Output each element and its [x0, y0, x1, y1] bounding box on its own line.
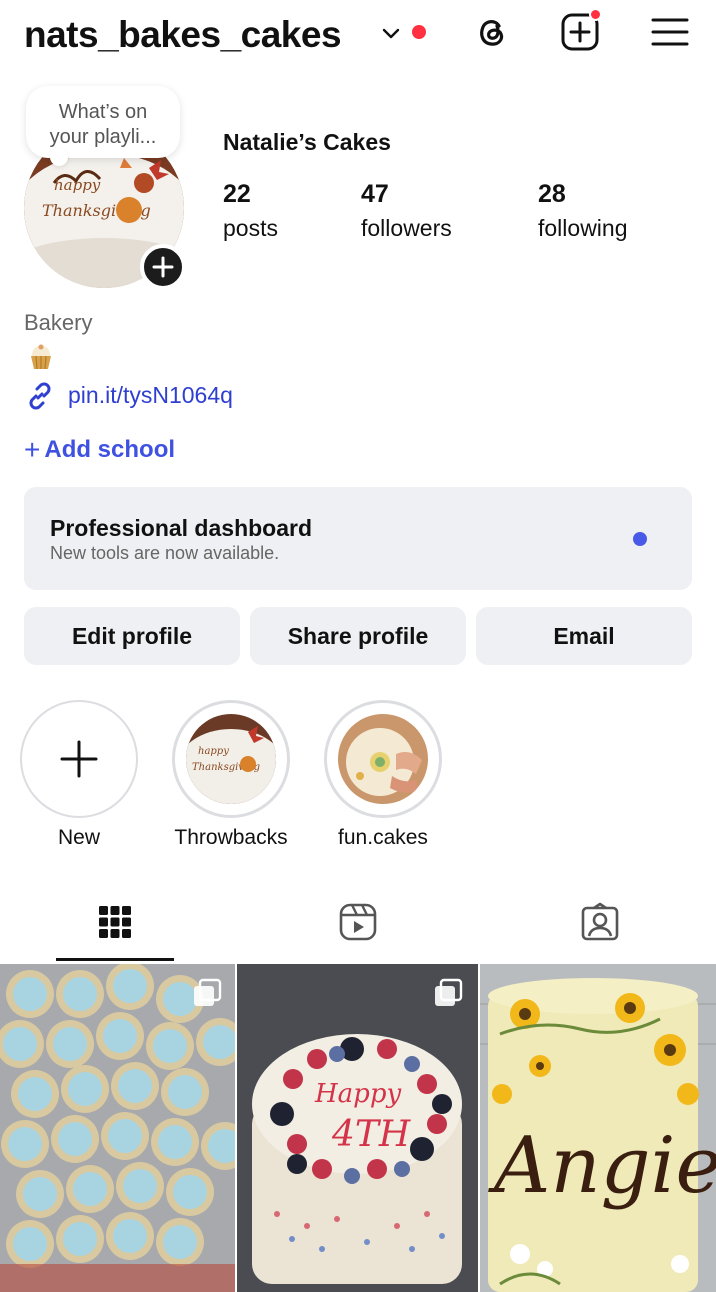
add-story-button[interactable]: [140, 244, 186, 290]
following-stat[interactable]: 28 following: [538, 180, 628, 242]
email-button[interactable]: Email: [476, 607, 692, 665]
posts-grid: Happy 4TH Angie: [0, 964, 716, 1292]
note-text-line1: What’s on: [58, 101, 148, 123]
tab-reels[interactable]: [299, 894, 417, 962]
grid-icon: [99, 906, 131, 938]
plus-icon: [60, 740, 98, 778]
highlight-fun-cakes[interactable]: fun.cakes: [324, 700, 442, 850]
following-count: 28: [538, 180, 566, 208]
highlight-label: Throwbacks: [174, 826, 288, 849]
followers-count: 47: [361, 180, 389, 208]
threads-icon[interactable]: [472, 12, 512, 52]
note-bubble[interactable]: What’s on your playli...: [26, 86, 180, 158]
highlight-label: New: [57, 826, 100, 849]
new-post-notification-dot: [589, 8, 602, 21]
grid-post[interactable]: [0, 964, 235, 1292]
highlight-throwbacks[interactable]: happy Thanksgiving Throwbacks: [172, 700, 290, 850]
cupcake-icon: [31, 344, 51, 370]
tagged-icon: [581, 902, 619, 941]
plus-icon: +: [24, 434, 41, 465]
svg-text:Happy: Happy: [314, 1079, 401, 1109]
highlight-ring: [324, 700, 442, 818]
share-profile-button[interactable]: Share profile: [250, 607, 466, 665]
highlight-ring: happy Thanksgiving: [172, 700, 290, 818]
tab-tagged[interactable]: [541, 894, 659, 962]
add-school-label: Add school: [44, 436, 176, 463]
menu-icon[interactable]: [650, 12, 690, 52]
username[interactable]: nats_bakes_cakes: [24, 14, 342, 56]
svg-text:Angie: Angie: [488, 1121, 716, 1211]
chevron-down-icon[interactable]: [380, 22, 402, 44]
highlight-new-circle: [20, 700, 138, 818]
profile-category: Bakery: [24, 310, 93, 335]
multiple-photos-icon: [194, 978, 222, 1006]
highlight-label: fun.cakes: [338, 826, 428, 849]
svg-text:happy: happy: [54, 176, 101, 194]
multiple-photos-icon: [435, 978, 463, 1006]
posts-stat[interactable]: 22 posts: [223, 180, 278, 242]
followers-label: followers: [361, 215, 452, 241]
note-text-line2: your playli...: [49, 126, 157, 148]
posts-count: 22: [223, 180, 251, 208]
following-label: following: [538, 215, 628, 241]
profile-link-text: pin.it/tysN1064q: [68, 382, 233, 408]
professional-dashboard[interactable]: Professional dashboard New tools are now…: [24, 487, 692, 590]
display-name: Natalie’s Cakes: [223, 129, 391, 155]
active-tab-indicator: [56, 958, 174, 961]
add-school-button[interactable]: + Add school: [24, 434, 175, 466]
followers-stat[interactable]: 47 followers: [361, 180, 452, 242]
link-icon: [29, 382, 51, 410]
highlight-new[interactable]: New: [20, 700, 138, 850]
edit-profile-button[interactable]: Edit profile: [24, 607, 240, 665]
dashboard-notification-dot: [633, 532, 647, 546]
svg-text:happy: happy: [198, 746, 229, 757]
highlight-cover: [338, 714, 428, 804]
grid-post[interactable]: Happy 4TH: [237, 964, 478, 1292]
plus-icon: [152, 256, 174, 278]
dashboard-subtitle: New tools are now available.: [50, 543, 280, 563]
posts-label: posts: [223, 215, 278, 241]
tab-posts-grid[interactable]: [56, 894, 174, 962]
account-notification-dot: [412, 25, 426, 39]
note-bubble-tail: [50, 148, 68, 166]
dashboard-title: Professional dashboard: [50, 515, 313, 541]
reels-icon: [339, 903, 377, 941]
top-bar: nats_bakes_cakes: [0, 0, 716, 70]
grid-post[interactable]: Angie: [480, 964, 716, 1292]
highlight-cover: happy Thanksgiving: [186, 714, 276, 804]
svg-text:4TH: 4TH: [331, 1114, 411, 1155]
